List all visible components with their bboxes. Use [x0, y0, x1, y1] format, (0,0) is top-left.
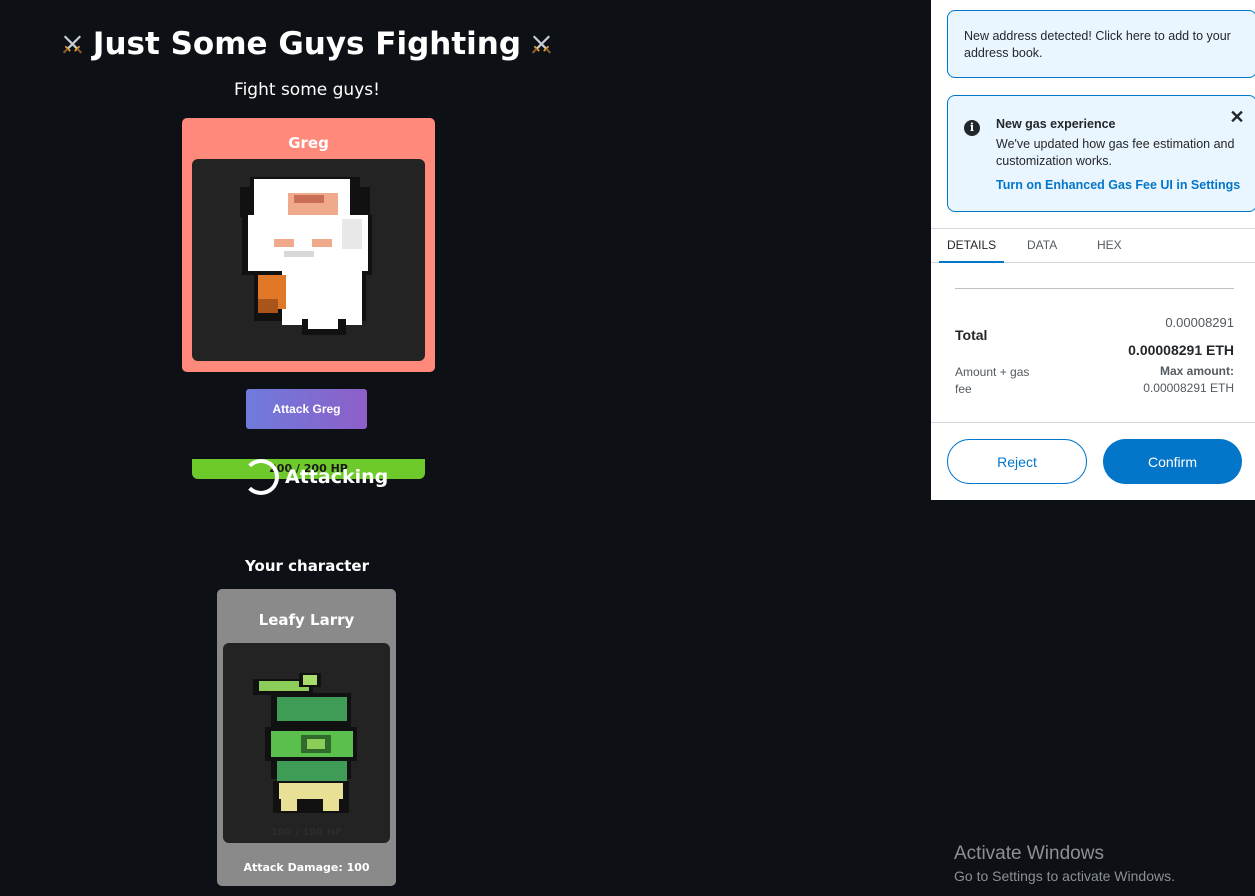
total-value: 0.00008291	[1165, 315, 1234, 330]
attack-button[interactable]: Attack Greg	[246, 389, 367, 429]
tab-data[interactable]: DATA	[1027, 229, 1057, 262]
max-amount-label: Max amount:	[1159, 364, 1234, 378]
crossed-swords-icon	[63, 35, 82, 54]
player-card: Leafy Larry 100 / 100 HP Attack Damage: …	[217, 589, 396, 886]
player-hp-text: 100 / 100 HP	[270, 827, 343, 838]
title-text: Just Some Guys Fighting	[92, 26, 522, 62]
reject-button[interactable]: Reject	[947, 439, 1087, 484]
activate-windows-subtitle: Go to Settings to activate Windows.	[954, 868, 1175, 884]
gas-notice-title: New gas experience	[996, 117, 1116, 131]
tab-hex[interactable]: HEX	[1097, 229, 1122, 262]
transaction-tabs: DETAILS DATA HEX	[931, 228, 1255, 263]
divider	[955, 288, 1234, 289]
activate-windows-title: Activate Windows	[954, 843, 1104, 864]
close-icon[interactable]: ✕	[1228, 108, 1246, 126]
gas-notice-body: We've updated how gas fee estimation and…	[996, 137, 1235, 168]
amount-gas-label: Amount + gas fee	[955, 365, 1030, 396]
total-value-eth: 0.00008291 ETH	[1128, 342, 1234, 358]
boss-name: Greg	[288, 134, 329, 152]
confirm-button[interactable]: Confirm	[1103, 439, 1242, 484]
max-amount-value: 0.00008291 ETH	[1143, 381, 1234, 395]
boss-card: Greg 200 / 200 HP	[182, 118, 435, 479]
boss-image	[192, 159, 425, 361]
loading-spinner-icon	[243, 459, 279, 495]
tab-details[interactable]: DETAILS	[939, 229, 1005, 263]
your-character-heading: Your character	[245, 557, 369, 575]
crossed-swords-icon	[532, 35, 551, 54]
total-label: Total	[955, 327, 988, 343]
page-title: Just Some Guys Fighting	[62, 22, 552, 66]
footer-divider	[931, 422, 1255, 423]
metamask-popup: New address detected! Click here to add …	[931, 0, 1255, 500]
attacking-text: Attacking	[285, 466, 389, 488]
attacking-status: Attacking	[243, 455, 388, 499]
player-image	[223, 643, 390, 843]
info-icon: i	[964, 120, 980, 136]
page-subtitle: Fight some guys!	[234, 80, 380, 100]
gas-experience-notice: i ✕ New gas experience We've updated how…	[947, 95, 1255, 212]
player-name: Leafy Larry	[258, 611, 355, 629]
player-attack-damage: Attack Damage: 100	[243, 861, 370, 874]
enhanced-gas-settings-link[interactable]: Turn on Enhanced Gas Fee UI in Settings	[996, 178, 1240, 192]
new-address-notice[interactable]: New address detected! Click here to add …	[947, 10, 1255, 78]
